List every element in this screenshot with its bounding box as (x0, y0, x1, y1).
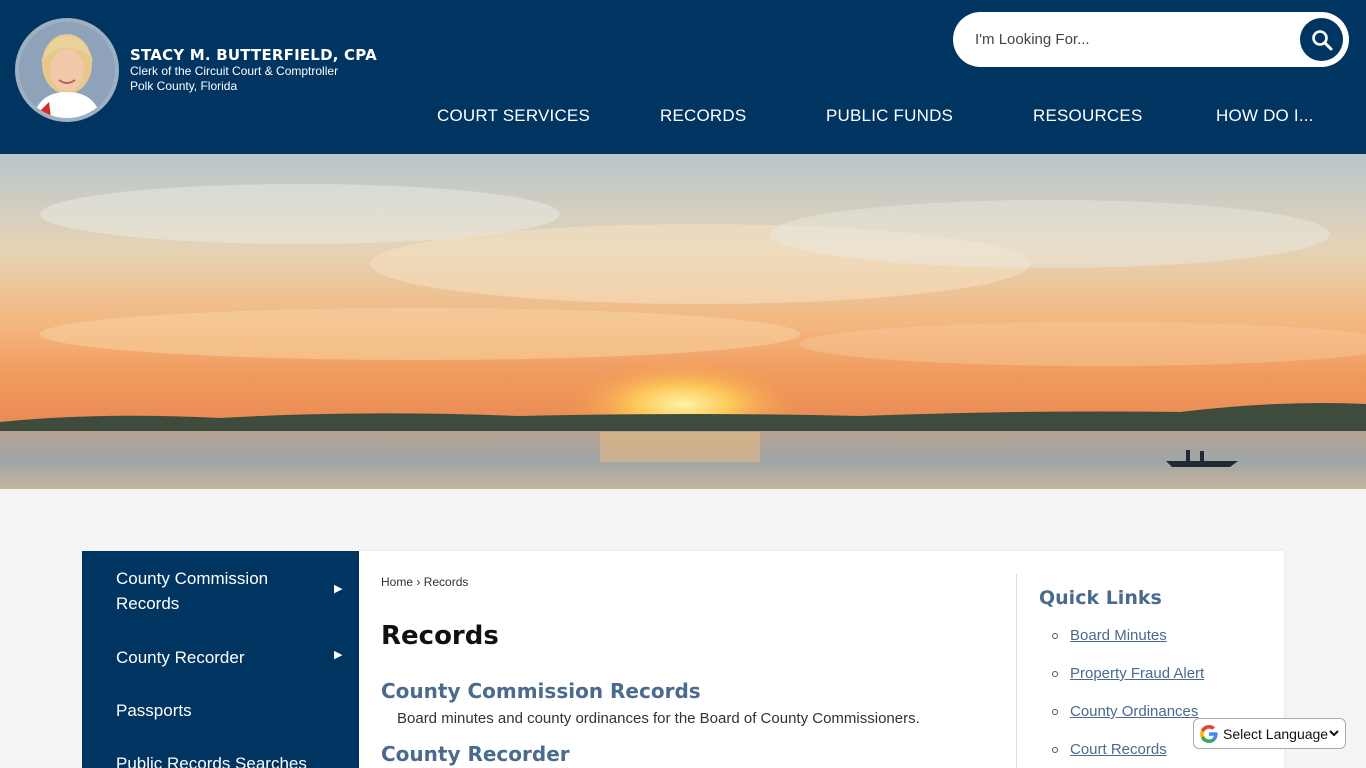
page-title: Records (381, 621, 499, 651)
bullet-icon (1052, 633, 1058, 639)
section-description: Board minutes and county ordinances for … (397, 710, 920, 727)
nav-public-funds[interactable]: PUBLIC FUNDS (826, 106, 953, 126)
sidebar-item-public-records-searches[interactable]: Public Records Searches (116, 751, 316, 768)
sidebar-item-county-recorder[interactable]: County Recorder (116, 645, 316, 670)
quick-link-property-fraud-alert[interactable]: Property Fraud Alert (1070, 665, 1204, 682)
main-nav: COURT SERVICES RECORDS PUBLIC FUNDS RESO… (0, 106, 1366, 130)
bullet-icon (1052, 671, 1058, 677)
breadcrumb-separator: › (416, 575, 421, 589)
google-icon (1200, 724, 1218, 743)
nav-court-services[interactable]: COURT SERVICES (437, 106, 590, 126)
main-content: Home › Records Records County Commission… (359, 551, 1284, 768)
hero-banner (0, 154, 1366, 489)
search-box (953, 12, 1349, 67)
section-link-county-recorder[interactable]: County Recorder (381, 742, 570, 766)
search-input[interactable] (975, 26, 1295, 52)
bullet-icon (1052, 747, 1058, 753)
column-divider (1016, 574, 1017, 768)
quick-links-title: Quick Links (1039, 587, 1162, 609)
sidebar-item-county-commission-records[interactable]: County Commission Records (116, 566, 316, 616)
site-header: STACY M. BUTTERFIELD, CPA Clerk of the C… (0, 0, 1366, 154)
section-link-county-commission-records[interactable]: County Commission Records (381, 679, 701, 703)
quick-link-court-records[interactable]: Court Records (1070, 741, 1167, 758)
breadcrumb-current: Records (423, 575, 469, 589)
nav-how-do-i[interactable]: HOW DO I... (1216, 106, 1314, 126)
quick-link-county-ordinances[interactable]: County Ordinances (1070, 703, 1198, 720)
language-select[interactable]: Select Language (1193, 718, 1346, 749)
search-icon (1311, 29, 1332, 50)
language-select-label: Select Language (1223, 725, 1329, 742)
submenu-arrow-icon[interactable]: ▶ (334, 582, 342, 595)
clerk-title: Clerk of the Circuit Court & Comptroller (130, 64, 339, 78)
search-button[interactable] (1300, 18, 1343, 61)
nav-resources[interactable]: RESOURCES (1033, 106, 1143, 126)
chevron-down-icon (1329, 730, 1339, 737)
sidebar-nav: County Commission Records ▶ County Recor… (82, 551, 359, 768)
county-name: Polk County, Florida (130, 79, 238, 93)
clerk-name: STACY M. BUTTERFIELD, CPA (130, 46, 377, 64)
bullet-icon (1052, 709, 1058, 715)
breadcrumb-home-link[interactable]: Home (381, 575, 413, 589)
sidebar-item-passports[interactable]: Passports (116, 698, 316, 723)
submenu-arrow-icon[interactable]: ▶ (334, 648, 342, 661)
nav-records[interactable]: RECORDS (660, 106, 746, 126)
brand-block[interactable]: STACY M. BUTTERFIELD, CPA Clerk of the C… (130, 46, 377, 94)
quick-link-board-minutes[interactable]: Board Minutes (1070, 627, 1167, 644)
breadcrumb: Home › Records (381, 575, 468, 589)
